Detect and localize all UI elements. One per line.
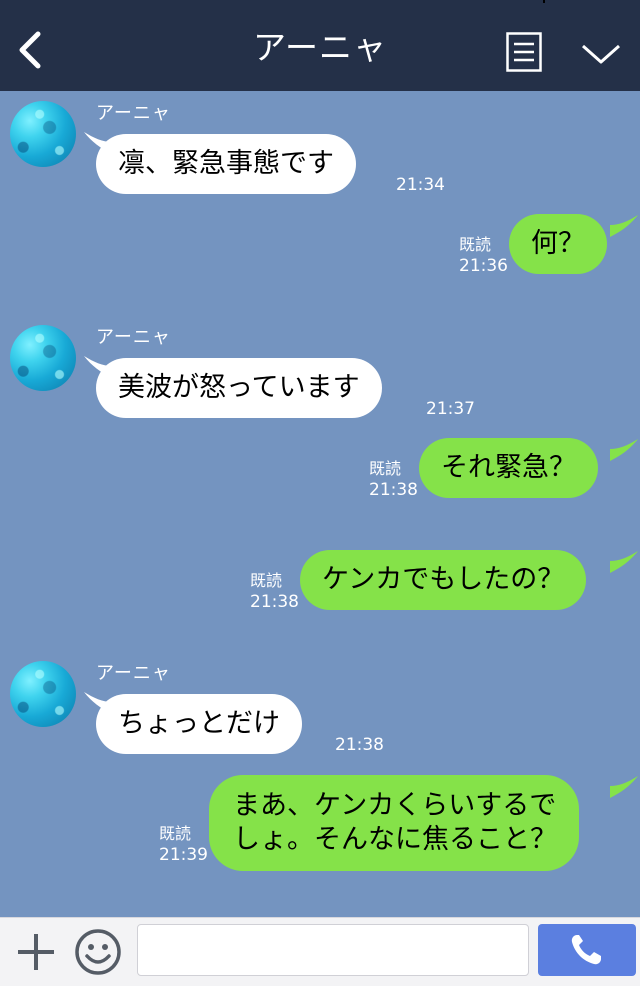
message-bubble[interactable]: それ緊急？ bbox=[419, 438, 598, 498]
bubble-tail bbox=[610, 215, 638, 237]
message-bubble[interactable]: 美波が怒っています bbox=[96, 358, 382, 418]
message-bubble[interactable]: 凛、緊急事態です bbox=[96, 134, 356, 194]
read-receipt: 既読 bbox=[369, 459, 402, 478]
message-bubble[interactable]: 何？ bbox=[509, 214, 607, 274]
bubble-tail bbox=[610, 551, 638, 573]
bubble-tail bbox=[610, 776, 638, 798]
phone-icon bbox=[571, 935, 601, 965]
composer-bar bbox=[0, 917, 640, 986]
avatar[interactable] bbox=[10, 101, 76, 167]
message-time: 21:36 bbox=[459, 256, 508, 276]
read-receipt: 既読 bbox=[250, 571, 283, 590]
sender-name: アーニャ bbox=[96, 663, 171, 684]
message-bubble[interactable]: まあ、ケンカくらいするで しょ。そんなに焦ること？ bbox=[209, 775, 579, 871]
message-bubble[interactable]: ちょっとだけ bbox=[96, 694, 302, 754]
status-dot bbox=[543, 0, 545, 3]
message-line: しょ。そんなに焦ること？ bbox=[233, 824, 557, 855]
message-time: 21:39 bbox=[159, 845, 208, 865]
smiley-icon[interactable] bbox=[74, 928, 122, 976]
sender-name: アーニャ bbox=[96, 103, 171, 124]
read-receipt: 既読 bbox=[159, 824, 192, 843]
message-line: まあ、ケンカくらいするで bbox=[233, 790, 557, 821]
message-time: 21:38 bbox=[335, 735, 384, 755]
avatar[interactable] bbox=[10, 661, 76, 727]
message-time: 21:34 bbox=[396, 175, 445, 195]
sender-name: アーニャ bbox=[96, 327, 171, 348]
message-bubble[interactable]: ケンカでもしたの？ bbox=[300, 550, 587, 610]
message-time: 21:38 bbox=[369, 480, 418, 500]
chevron-down-icon[interactable] bbox=[580, 40, 622, 68]
chat-header: アーニャ bbox=[0, 0, 640, 91]
message-time: 21:38 bbox=[250, 592, 299, 612]
avatar[interactable] bbox=[10, 325, 76, 391]
message-time: 21:37 bbox=[426, 399, 475, 419]
plus-icon[interactable] bbox=[14, 930, 58, 974]
bubble-tail bbox=[610, 439, 638, 461]
call-button[interactable] bbox=[538, 924, 636, 976]
read-receipt: 既読 bbox=[459, 235, 492, 254]
menu-icon[interactable] bbox=[506, 32, 542, 72]
message-input[interactable] bbox=[137, 924, 529, 976]
chat-title: アーニャ bbox=[252, 28, 388, 67]
message-list[interactable]: アーニャ 凛、緊急事態です 21:34 既読 21:36 何？ アーニャ 美波が… bbox=[0, 91, 640, 917]
